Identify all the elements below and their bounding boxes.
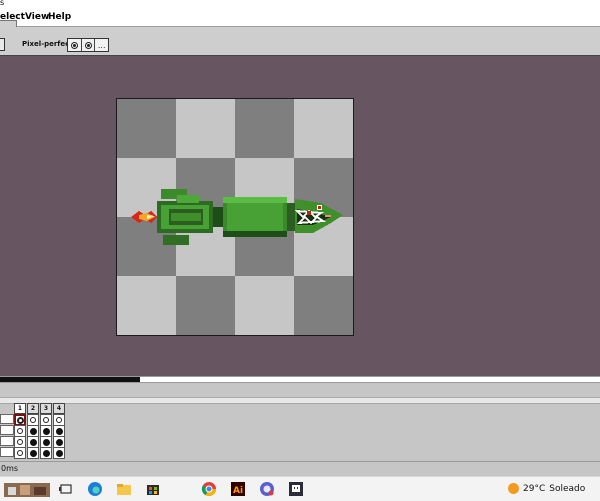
aseprite-icon[interactable]: [288, 481, 304, 497]
cel-4-4[interactable]: [53, 447, 65, 459]
windows-taskbar: Ai 29°C Soleado: [0, 476, 600, 501]
filled-cel-icon: [42, 438, 50, 446]
sun-icon: [508, 483, 519, 494]
horizontal-scrollbar[interactable]: [0, 376, 600, 383]
title-strip: s: [0, 0, 600, 10]
frame-duration-text: 0ms: [1, 464, 19, 473]
title-fragment: s: [0, 0, 5, 7]
scrollbar-track[interactable]: [140, 377, 600, 382]
chat-app-icon[interactable]: [259, 481, 275, 497]
brush-options-group: ...: [67, 38, 109, 52]
scrollbar-thumb[interactable]: [0, 377, 140, 382]
cel-row-4: [14, 447, 66, 459]
toolbar-grip[interactable]: [0, 38, 5, 51]
weather-widget[interactable]: 29°C Soleado: [508, 483, 585, 494]
empty-cel-icon: [30, 417, 36, 423]
store-icon[interactable]: [145, 481, 161, 497]
more-options-button[interactable]: ...: [95, 39, 108, 51]
empty-cel-icon: [43, 417, 49, 423]
layer-row-3[interactable]: [0, 436, 14, 446]
cel-dot-icon: [16, 416, 24, 424]
filled-cel-icon: [55, 427, 63, 435]
illustrator-icon[interactable]: Ai: [230, 481, 246, 497]
frame-header-4[interactable]: 4: [53, 403, 65, 414]
layer-row-4[interactable]: [0, 447, 14, 457]
sprite-canvas[interactable]: [116, 98, 354, 336]
empty-cel-icon: [17, 439, 23, 445]
file-explorer-icon[interactable]: [116, 481, 132, 497]
empty-cel-icon: [17, 428, 23, 434]
menu-view[interactable]: View: [25, 12, 49, 22]
frame-header-3[interactable]: 3: [40, 403, 52, 414]
cel-4-1[interactable]: [14, 447, 26, 459]
empty-cel-icon: [56, 417, 62, 423]
frame-header-row: 1 2 3 4: [14, 403, 66, 414]
context-toolbar: Pixel-perfect ...: [0, 27, 600, 56]
frame-header-2[interactable]: 2: [27, 403, 39, 414]
filled-cel-icon: [55, 449, 63, 457]
filled-cel-icon: [29, 427, 37, 435]
chrome-icon[interactable]: [201, 481, 217, 497]
timeline-panel: 1 2 3 4: [0, 383, 600, 461]
empty-cel-icon: [17, 450, 23, 456]
brush-square-button[interactable]: [82, 39, 96, 51]
layer-row-1[interactable]: [0, 414, 14, 424]
menu-help[interactable]: Help: [48, 12, 71, 22]
menu-bar: elect View Help: [0, 10, 600, 27]
cel-4-3[interactable]: [40, 447, 52, 459]
status-bar: 0ms: [0, 461, 600, 477]
filled-cel-icon: [55, 438, 63, 446]
shark-rocket-sprite: [131, 189, 343, 245]
timeline-separator[interactable]: [0, 397, 600, 404]
svg-text:Ai: Ai: [233, 486, 243, 496]
brush-square-icon: [84, 41, 92, 49]
desktop-thumbnail-icon[interactable]: [4, 481, 50, 497]
filled-cel-icon: [29, 438, 37, 446]
cel-4-2[interactable]: [27, 447, 39, 459]
frame-header-1[interactable]: 1: [14, 403, 26, 414]
filled-cel-icon: [29, 449, 37, 457]
menu-select[interactable]: elect: [0, 12, 25, 22]
task-view-icon[interactable]: [58, 481, 74, 497]
brush-round-icon: [70, 41, 78, 49]
weather-text: Soleado: [549, 483, 586, 494]
filled-cel-icon: [42, 427, 50, 435]
layer-row-2[interactable]: [0, 425, 14, 435]
weather-temp: 29°C: [523, 483, 546, 494]
edge-icon[interactable]: [87, 481, 103, 497]
editor-workspace[interactable]: [0, 56, 600, 376]
filled-cel-icon: [42, 449, 50, 457]
pixel-perfect-label: Pixel-perfect: [22, 40, 73, 48]
brush-round-button[interactable]: [68, 39, 82, 51]
